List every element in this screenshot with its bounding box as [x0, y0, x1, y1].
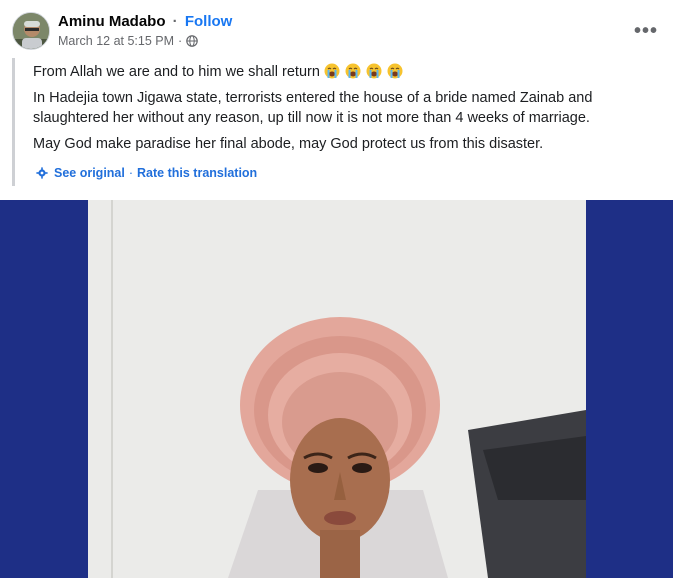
- meta-separator: ·: [178, 34, 183, 48]
- gear-icon: [36, 167, 48, 179]
- separator-dot: ·: [172, 13, 178, 30]
- loudly-crying-face-icon: [345, 63, 361, 79]
- author-line: Aminu Madabo · Follow: [58, 12, 232, 31]
- author-name[interactable]: Aminu Madabo: [58, 13, 166, 30]
- post-meta: March 12 at 5:15 PM ·: [58, 33, 199, 49]
- author-avatar[interactable]: [12, 12, 50, 50]
- post-line-1-text: From Allah we are and to him we shall re…: [33, 64, 320, 80]
- loudly-crying-face-icon: [366, 63, 382, 79]
- loudly-crying-face-icon: [324, 63, 340, 79]
- see-original-link[interactable]: See original: [54, 166, 125, 180]
- translation-row: See original · Rate this translation: [36, 166, 257, 180]
- translation-separator: ·: [128, 166, 134, 180]
- globe-icon[interactable]: [186, 35, 199, 47]
- post-text: From Allah we are and to him we shall re…: [12, 58, 662, 186]
- post-line-1: From Allah we are and to him we shall re…: [33, 62, 662, 82]
- more-options-button[interactable]: •••: [633, 18, 659, 44]
- rate-translation-link[interactable]: Rate this translation: [137, 166, 257, 180]
- post-photo[interactable]: [0, 200, 673, 578]
- crying-emoji-group: [324, 63, 404, 80]
- bride-photo: [88, 200, 586, 578]
- post-header: Aminu Madabo · Follow March 12 at 5:15 P…: [0, 0, 673, 56]
- post-timestamp[interactable]: March 12 at 5:15 PM: [58, 33, 174, 49]
- post-paragraph-3: May God make paradise her final abode, m…: [33, 136, 544, 152]
- post-paragraph-2: In Hadejia town Jigawa state, terrorists…: [33, 90, 593, 126]
- loudly-crying-face-icon: [387, 63, 403, 79]
- more-options-icon: •••: [633, 20, 658, 42]
- follow-button[interactable]: Follow: [185, 13, 233, 30]
